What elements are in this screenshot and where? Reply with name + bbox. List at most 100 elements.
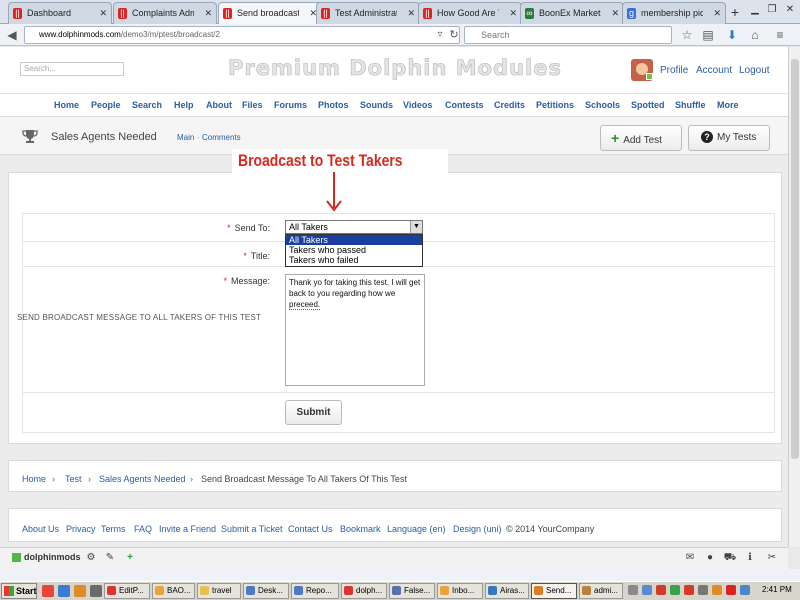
wrench-icon[interactable]: ✂ (765, 551, 779, 565)
browser-tab-active[interactable]: || Send broadcast ... ✕ (218, 2, 322, 24)
close-tab-icon[interactable]: ✕ (611, 3, 619, 23)
account-link[interactable]: Account (696, 65, 732, 76)
tray-icon[interactable] (698, 585, 708, 595)
taskbar-item[interactable]: False... (389, 583, 435, 599)
footer-contact[interactable]: Contact Us (288, 524, 333, 534)
dolphin-site-name[interactable]: dolphinmods (24, 552, 81, 562)
avatar[interactable] (631, 59, 653, 81)
option-takers-failed[interactable]: Takers who failed (286, 255, 422, 265)
info-icon[interactable]: ℹ (743, 551, 757, 565)
browser-tab[interactable]: ∞ BoonEx Market - ... ✕ (520, 2, 624, 24)
nav-videos[interactable]: Videos (403, 100, 432, 110)
send-to-select[interactable]: All Takers ▼ (285, 220, 423, 234)
footer-faq[interactable]: FAQ (134, 524, 152, 534)
profile-link[interactable]: Profile (660, 65, 688, 76)
breadcrumb-sales-agents[interactable]: Sales Agents Needed (99, 474, 186, 484)
breadcrumb-test[interactable]: Test (65, 474, 82, 484)
nav-sounds[interactable]: Sounds (360, 100, 393, 110)
close-window-icon[interactable]: ✕ (783, 3, 797, 17)
footer-invite[interactable]: Invite a Friend (159, 524, 216, 534)
footer-about-us[interactable]: About Us (22, 524, 59, 534)
add-test-button[interactable]: + Add Test (600, 125, 682, 151)
nav-forums[interactable]: Forums (274, 100, 307, 110)
footer-terms[interactable]: Terms (101, 524, 126, 534)
nav-contests[interactable]: Contests (445, 100, 484, 110)
nav-spotted[interactable]: Spotted (631, 100, 665, 110)
download-icon[interactable]: ⬇ (724, 27, 740, 43)
tray-icon[interactable] (726, 585, 736, 595)
plus-icon[interactable]: + (123, 551, 137, 565)
chevron-down-icon[interactable]: ▼ (410, 221, 422, 233)
footer-design[interactable]: Design (uni) (453, 524, 502, 534)
taskbar-item[interactable]: Repo... (291, 583, 339, 599)
star-icon[interactable]: ☆ (679, 27, 695, 43)
taskbar-item[interactable]: admi... (579, 583, 623, 599)
taskbar-item[interactable]: EditP... (104, 583, 150, 599)
message-textarea[interactable]: Thank yo for taking this test. I will ge… (285, 274, 425, 386)
home-icon[interactable]: ⌂ (747, 27, 763, 43)
edit-icon[interactable]: ✎ (103, 551, 117, 565)
url-bar[interactable]: www.dolphinmods.com/demo3/m/ptest/broadc… (24, 26, 460, 44)
minimize-icon[interactable]: ▁ (748, 3, 762, 17)
close-tab-icon[interactable]: ✕ (407, 3, 415, 23)
tray-icon[interactable] (628, 585, 638, 595)
browser-tab[interactable]: || Test Administrat... ✕ (316, 2, 420, 24)
site-title[interactable]: Premium Dolphin Modules (200, 56, 590, 81)
close-tab-icon[interactable]: ✕ (99, 3, 107, 23)
close-tab-icon[interactable]: ✕ (204, 3, 212, 23)
breadcrumb-home[interactable]: Home (22, 474, 46, 484)
chrome-icon[interactable] (42, 585, 54, 597)
browser-tab[interactable]: || Dashboard ✕ (8, 2, 112, 24)
taskbar-item[interactable]: travel (197, 583, 241, 599)
browser-tab[interactable]: g membership pics ... ✕ (622, 2, 726, 24)
quicklaunch-icon[interactable] (90, 585, 102, 597)
nav-more[interactable]: More (717, 100, 739, 110)
footer-submit-ticket[interactable]: Submit a Ticket (221, 524, 283, 534)
footer-language[interactable]: Language (en) (387, 524, 446, 534)
comments-link[interactable]: Comments (202, 133, 241, 142)
tray-icon[interactable] (670, 585, 680, 595)
nav-schools[interactable]: Schools (585, 100, 620, 110)
submit-button[interactable]: Submit (285, 400, 342, 425)
nav-search[interactable]: Search (132, 100, 162, 110)
nav-petitions[interactable]: Petitions (536, 100, 574, 110)
taskbar-item[interactable]: Desk... (243, 583, 289, 599)
page-scrollbar[interactable] (788, 47, 800, 547)
nav-people[interactable]: People (91, 100, 121, 110)
tray-icon[interactable] (642, 585, 652, 595)
nav-shuffle[interactable]: Shuffle (675, 100, 706, 110)
cart-icon[interactable]: ⛟ (723, 551, 737, 565)
nav-home[interactable]: Home (54, 100, 79, 110)
back-icon[interactable]: ◀ (4, 27, 20, 43)
nav-about[interactable]: About (206, 100, 232, 110)
browser-search-input[interactable]: Search (464, 26, 672, 44)
taskbar-item[interactable]: Inbo... (437, 583, 483, 599)
new-tab-button[interactable]: + (727, 3, 743, 21)
close-tab-icon[interactable]: ✕ (713, 3, 721, 23)
maximize-icon[interactable]: ❐ (765, 3, 779, 17)
tray-icon[interactable] (740, 585, 750, 595)
taskbar-item[interactable]: Airas... (485, 583, 529, 599)
footer-privacy[interactable]: Privacy (66, 524, 96, 534)
footer-bookmark[interactable]: Bookmark (340, 524, 381, 534)
firefox-icon[interactable] (74, 585, 86, 597)
mail-icon[interactable]: ✉ (683, 551, 697, 565)
reload-icon[interactable]: ↻ (446, 27, 462, 43)
taskbar-item[interactable]: dolph... (341, 583, 387, 599)
site-search-input[interactable]: Search... (20, 62, 124, 76)
ie-icon[interactable] (58, 585, 70, 597)
option-takers-passed[interactable]: Takers who passed (286, 245, 422, 255)
close-tab-icon[interactable]: ✕ (509, 3, 517, 23)
user-icon[interactable]: ● (703, 551, 717, 565)
browser-tab[interactable]: || Complaints Admi... ✕ (113, 2, 217, 24)
logout-link[interactable]: Logout (739, 65, 770, 76)
taskbar-item-active[interactable]: Send... (531, 583, 577, 599)
tray-icon[interactable] (712, 585, 722, 595)
menu-icon[interactable]: ≡ (772, 27, 788, 43)
scrollbar-thumb[interactable] (791, 59, 799, 459)
option-all-takers[interactable]: All Takers (286, 235, 422, 245)
taskbar-item[interactable]: BAO... (152, 583, 195, 599)
tray-icon[interactable] (684, 585, 694, 595)
nav-files[interactable]: Files (242, 100, 263, 110)
start-button[interactable]: Start (1, 583, 37, 599)
